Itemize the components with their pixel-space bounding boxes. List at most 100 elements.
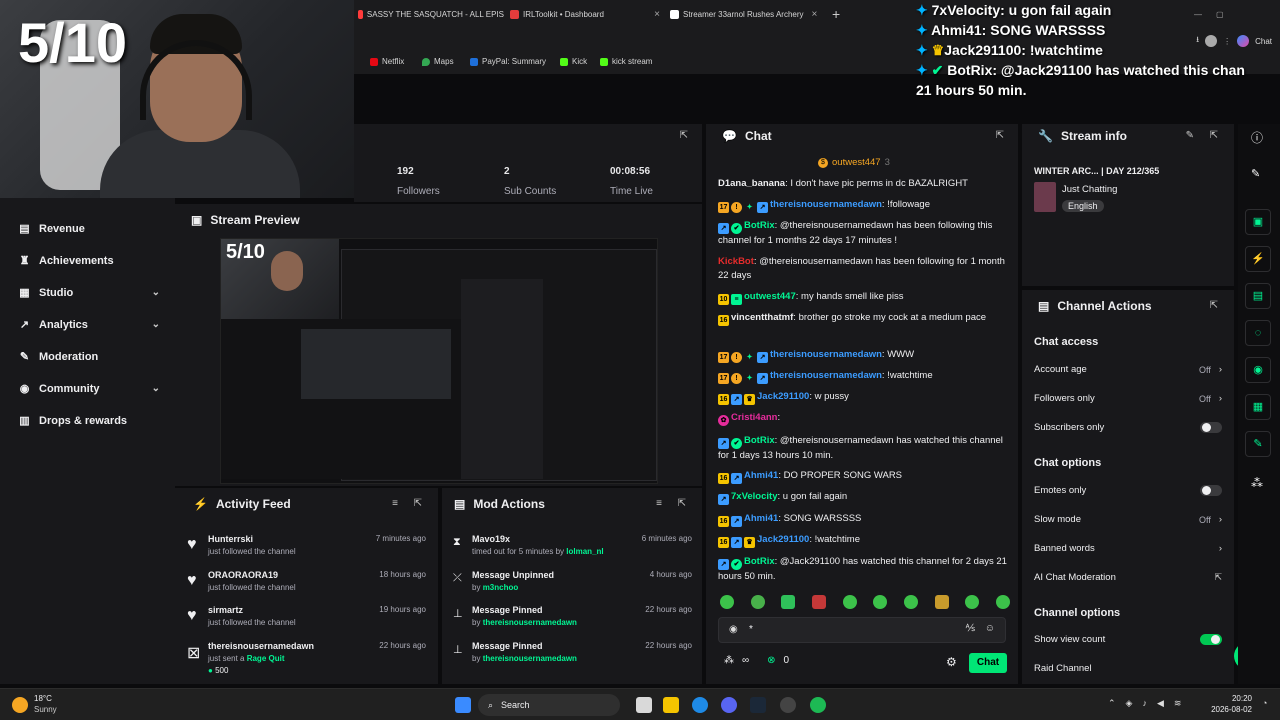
users-icon[interactable]: ⁂	[724, 655, 734, 666]
emotes-only-toggle[interactable]	[1200, 485, 1222, 496]
chat-user[interactable]: Cristi4ann	[731, 412, 777, 423]
emote-icon[interactable]	[995, 595, 1010, 609]
chat-user[interactable]: 7xVelocity	[731, 491, 777, 502]
bookmark-kick-stream[interactable]: kick stream	[600, 57, 652, 66]
chat-input[interactable]: ◉ * ⅍ ☺	[718, 617, 1006, 643]
mod-action-by[interactable]: m3nchoo	[483, 583, 519, 592]
popout-icon[interactable]: ⇱	[414, 498, 422, 509]
browser-tab-3[interactable]: Streamer 33arnol Rushes Archery ×	[670, 4, 830, 24]
speaker-icon[interactable]: ◀	[1157, 698, 1164, 709]
security-icon[interactable]: ◈	[1126, 698, 1133, 709]
sidebar-item-drops[interactable]: ▥ Drops & rewards	[18, 414, 160, 428]
info-icon[interactable]: ⓘ	[1251, 129, 1263, 146]
sidebar-item-moderation[interactable]: ✎ Moderation	[18, 350, 160, 364]
chat-user[interactable]: Ahmi41	[744, 470, 778, 481]
file-explorer-icon[interactable]	[663, 697, 679, 713]
infinity-icon[interactable]: ∞	[742, 655, 749, 666]
stream-preview-video[interactable]: 5/10	[220, 238, 658, 484]
app-icon[interactable]	[780, 697, 796, 713]
emoji-icon[interactable]: ☺	[985, 623, 995, 634]
mod-action-by[interactable]: thereisnousernamedawn	[483, 618, 577, 627]
bookmark-paypal[interactable]: PayPal: Summary	[470, 57, 546, 66]
rail-button-broadcast[interactable]: ◉	[1245, 357, 1271, 383]
rail-button-bolt[interactable]: ⚡	[1245, 246, 1271, 272]
emote-icon[interactable]	[873, 595, 888, 609]
stream-category[interactable]: Just Chatting	[1062, 184, 1117, 195]
browser-tab-1[interactable]: SASSY THE SASQUATCH - ALL EPIS	[358, 4, 504, 24]
popout-icon[interactable]: ⇱	[678, 498, 686, 509]
chat-user[interactable]: D1ana_banana	[718, 178, 785, 189]
rail-button-wrench[interactable]: ✎	[1245, 431, 1271, 457]
spotify-icon[interactable]	[810, 697, 826, 713]
chat-user[interactable]: thereisnousernamedawn	[770, 199, 882, 210]
filter-icon[interactable]: ≡	[392, 498, 398, 509]
sidebar-item-analytics[interactable]: ↗ Analytics ⌄	[18, 318, 160, 332]
pinned-user[interactable]: $ outwest447 3	[818, 157, 890, 168]
chat-user[interactable]: BotRix	[744, 556, 775, 567]
sidebar-item-community[interactable]: ◉ Community ⌄	[18, 382, 160, 396]
emote-icon[interactable]	[750, 595, 765, 609]
notification-icon[interactable]: ◔	[1262, 698, 1267, 708]
bookmark-maps[interactable]: Maps	[422, 57, 454, 66]
rail-button-actions[interactable]: ▦	[1245, 394, 1271, 420]
steam-icon[interactable]	[750, 697, 766, 713]
ai-moderation-row[interactable]: AI Chat Moderation ⇱	[1034, 572, 1222, 583]
edge-icon[interactable]	[692, 697, 708, 713]
chat-user[interactable]: BotRix	[744, 435, 775, 446]
emote-icon[interactable]	[842, 595, 857, 609]
chat-user[interactable]: Ahmi41	[744, 513, 778, 524]
windows-start-icon[interactable]	[455, 697, 471, 713]
popout-icon[interactable]: ⇱	[996, 130, 1004, 141]
browser-tab-2[interactable]: IRLToolkit • Dashboard ×	[510, 4, 660, 24]
sidebar-item-revenue[interactable]: ▤ Revenue	[18, 222, 160, 236]
popout-icon[interactable]: ⇱	[1210, 130, 1218, 141]
raid-channel-row[interactable]: Raid Channel	[1034, 663, 1222, 674]
close-icon[interactable]: ×	[812, 9, 818, 20]
chat-user[interactable]: BotRix	[744, 220, 775, 231]
record-icon[interactable]: ◉	[729, 624, 738, 635]
popout-icon[interactable]: ⇱	[680, 130, 688, 141]
chat-user[interactable]: outwest447	[744, 291, 796, 302]
emote-icon[interactable]	[781, 595, 796, 609]
rail-button-list[interactable]: ▤	[1245, 283, 1271, 309]
emote-icon[interactable]	[811, 595, 826, 609]
bookmark-kick[interactable]: Kick	[560, 57, 587, 66]
users-icon[interactable]: ⁂	[1251, 476, 1263, 490]
rail-button-camera[interactable]: ▣	[1245, 209, 1271, 235]
emote-icon[interactable]	[903, 595, 918, 609]
gear-icon[interactable]: ⚙	[946, 655, 957, 669]
sidebar-item-studio[interactable]: ▦ Studio ⌄	[18, 286, 160, 300]
sidebar-item-achievements[interactable]: ♜ Achievements	[18, 254, 160, 268]
mic-icon[interactable]: ♪	[1142, 698, 1147, 709]
chevron-up-icon[interactable]: ⌃	[1108, 698, 1116, 709]
account-age-row[interactable]: Account age Off ›	[1034, 364, 1222, 375]
chat-user[interactable]: thereisnousernamedawn	[770, 349, 882, 360]
chat-user[interactable]: Jack291100	[757, 391, 809, 402]
mod-action-by[interactable]: lolman_nl	[566, 547, 603, 556]
bookmark-netflix[interactable]: Netflix	[370, 57, 404, 66]
followers-only-row[interactable]: Followers only Off ›	[1034, 393, 1222, 404]
pencil-icon[interactable]: ✎	[1251, 167, 1260, 180]
banned-words-row[interactable]: Banned words ›	[1034, 543, 1222, 554]
emote-icon[interactable]	[934, 595, 949, 609]
send-chat-button[interactable]: Chat	[969, 653, 1007, 673]
taskbar-search[interactable]: ⌕ Search	[478, 694, 620, 716]
emote-icon[interactable]	[720, 595, 734, 609]
filter-icon[interactable]: ≡	[656, 498, 662, 509]
slow-mode-row[interactable]: Slow mode Off ›	[1034, 514, 1222, 525]
chat-user[interactable]: Jack291100	[757, 534, 809, 545]
close-icon[interactable]: ×	[654, 9, 660, 20]
discord-icon[interactable]	[721, 697, 737, 713]
chat-user[interactable]: KickBot	[718, 256, 754, 267]
chat-user[interactable]: thereisnousernamedawn	[770, 370, 882, 381]
new-tab-button[interactable]: +	[832, 4, 840, 24]
rail-button-chat[interactable]: ◌	[1245, 320, 1271, 346]
wifi-icon[interactable]: ≋	[1174, 698, 1182, 709]
popout-icon[interactable]: ⇱	[1210, 300, 1218, 311]
task-view-icon[interactable]	[636, 697, 652, 713]
mod-action-by[interactable]: thereisnousernamedawn	[483, 654, 577, 663]
translate-icon[interactable]: ⅍	[966, 623, 975, 634]
show-view-count-toggle[interactable]	[1200, 634, 1222, 645]
edit-icon[interactable]: ✎	[1186, 130, 1194, 141]
subscribers-only-toggle[interactable]	[1200, 422, 1222, 433]
